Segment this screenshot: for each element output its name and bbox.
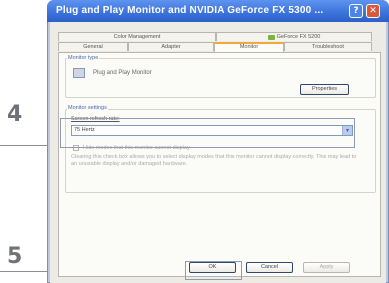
nvidia-icon — [267, 35, 275, 40]
tab-troubleshoot[interactable]: Troubleshoot — [284, 42, 372, 51]
hide-modes-description: Clearing this check box allows you to se… — [71, 154, 357, 167]
tab-adapter[interactable]: Adapter — [128, 42, 214, 51]
cancel-button[interactable]: Cancel — [246, 262, 293, 273]
tab-color-management[interactable]: Color Management — [58, 32, 216, 41]
apply-button[interactable]: Apply — [303, 262, 350, 273]
tab-label: Troubleshoot — [312, 44, 344, 50]
close-button[interactable]: ✕ — [366, 4, 380, 18]
monitor-type-label: Monitor type — [67, 55, 100, 61]
callout-number-5: 5 — [7, 244, 23, 269]
tab-geforce[interactable]: GeForce FX 5200 — [216, 32, 372, 41]
tab-label: Adapter — [161, 44, 181, 50]
monitor-tab-panel: Monitor type Plug and Play Monitor Prope… — [58, 52, 381, 277]
callout-number-4: 4 — [7, 102, 23, 127]
monitor-icon — [73, 68, 85, 78]
dialog-client-area: Color Management GeForce FX 5200 General… — [50, 22, 386, 283]
monitor-name: Plug and Play Monitor — [93, 70, 152, 76]
tab-label: General — [83, 44, 103, 50]
tab-monitor[interactable]: Monitor — [214, 42, 284, 52]
tab-general[interactable]: General — [58, 42, 128, 51]
monitor-settings-label: Monitor settings — [67, 105, 108, 111]
title-bar[interactable]: Plug and Play Monitor and NVIDIA GeForce… — [47, 0, 389, 22]
tab-label: Monitor — [239, 44, 259, 50]
properties-button[interactable]: Properties — [300, 84, 349, 95]
help-button[interactable]: ? — [349, 4, 363, 18]
tab-row-front: General Adapter Monitor Troubleshoot — [58, 42, 372, 52]
tab-label: GeForce FX 5200 — [276, 34, 321, 40]
window-title: Plug and Play Monitor and NVIDIA GeForce… — [56, 5, 324, 16]
tab-row-back: Color Management GeForce FX 5200 — [58, 32, 372, 41]
refresh-rate-highlight — [60, 118, 355, 148]
tab-label: Color Management — [113, 34, 161, 40]
ok-button-highlight — [185, 261, 242, 280]
